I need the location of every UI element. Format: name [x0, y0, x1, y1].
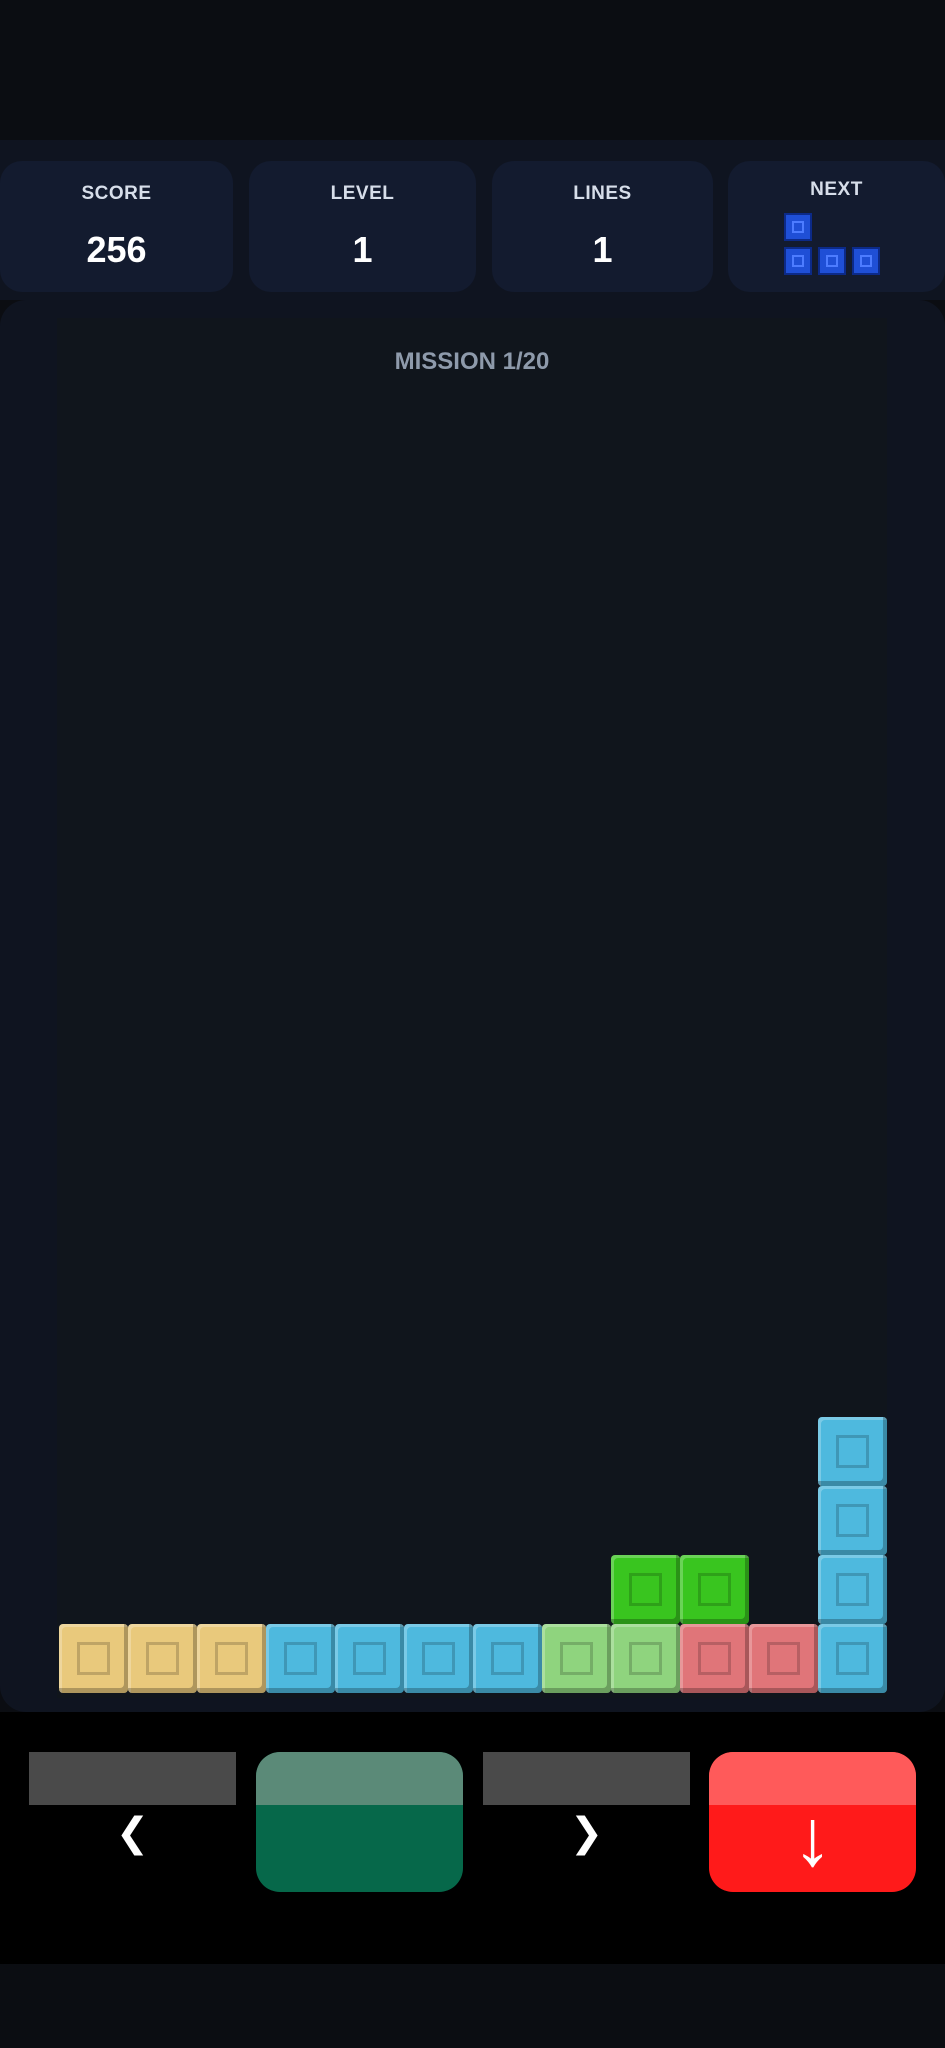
- move-left-button-top: [29, 1752, 236, 1805]
- block-bevel: [560, 1642, 593, 1675]
- block-green: [611, 1555, 680, 1624]
- block-bevel: [422, 1642, 455, 1675]
- next-panel: NEXT: [728, 161, 945, 292]
- block-red: [680, 1624, 749, 1693]
- block-bevel: [629, 1573, 662, 1606]
- block-lightgreen: [542, 1624, 611, 1693]
- next-piece-block: [784, 247, 812, 275]
- lines-label: LINES: [573, 183, 632, 204]
- hard-drop-button[interactable]: ↓: [709, 1752, 916, 1892]
- block-cyan: [404, 1624, 473, 1693]
- block-bevel: [698, 1573, 731, 1606]
- chevron-right-icon: ❯: [569, 1811, 604, 1855]
- block-bevel: [491, 1642, 524, 1675]
- block-bevel: [836, 1504, 869, 1537]
- block-bevel: [353, 1642, 386, 1675]
- block-cyan: [818, 1555, 887, 1624]
- block-cyan: [335, 1624, 404, 1693]
- arrow-down-icon: ↓: [792, 1793, 833, 1882]
- block-cyan: [818, 1486, 887, 1555]
- next-piece-block: [852, 247, 880, 275]
- block-bevel: [629, 1642, 662, 1675]
- block-green: [680, 1555, 749, 1624]
- rotate-button-top: [256, 1752, 463, 1805]
- level-panel: LEVEL 1: [249, 161, 476, 292]
- chevron-left-icon: ❮: [115, 1811, 150, 1855]
- score-panel: SCORE 256: [0, 161, 233, 292]
- block-red: [749, 1624, 818, 1693]
- level-label: LEVEL: [330, 183, 395, 204]
- block-bevel: [146, 1642, 179, 1675]
- block-cyan: [266, 1624, 335, 1693]
- block-yellow: [128, 1624, 197, 1693]
- next-piece-preview: [728, 213, 945, 283]
- block-bevel: [698, 1642, 731, 1675]
- move-left-button[interactable]: ❮: [29, 1752, 236, 1892]
- lines-value: 1: [592, 229, 613, 270]
- level-value: 1: [352, 229, 373, 270]
- block-bevel: [836, 1435, 869, 1468]
- rotate-button[interactable]: [256, 1752, 463, 1892]
- block-lightgreen: [611, 1624, 680, 1693]
- next-label: NEXT: [810, 179, 863, 200]
- block-cyan: [818, 1417, 887, 1486]
- block-bevel: [77, 1642, 110, 1675]
- block-bevel: [215, 1642, 248, 1675]
- block-bevel: [836, 1573, 869, 1606]
- block-cyan: [818, 1624, 887, 1693]
- board-container: MISSION 1/20: [0, 300, 945, 1712]
- move-right-button-top: [483, 1752, 690, 1805]
- block-bevel: [284, 1642, 317, 1675]
- move-right-button[interactable]: ❯: [483, 1752, 690, 1892]
- block-yellow: [59, 1624, 128, 1693]
- lines-panel: LINES 1: [492, 161, 713, 292]
- score-value: 256: [86, 229, 147, 270]
- next-piece-block: [784, 213, 812, 241]
- block-cyan: [473, 1624, 542, 1693]
- block-yellow: [197, 1624, 266, 1693]
- block-bevel: [767, 1642, 800, 1675]
- navigation-bar-area: [0, 1964, 945, 2048]
- mission-label: MISSION 1/20: [394, 348, 550, 375]
- game-board[interactable]: MISSION 1/20: [57, 318, 887, 1698]
- next-piece-block: [818, 247, 846, 275]
- score-label: SCORE: [81, 183, 152, 204]
- status-bar-area: [0, 0, 945, 140]
- block-bevel: [836, 1642, 869, 1675]
